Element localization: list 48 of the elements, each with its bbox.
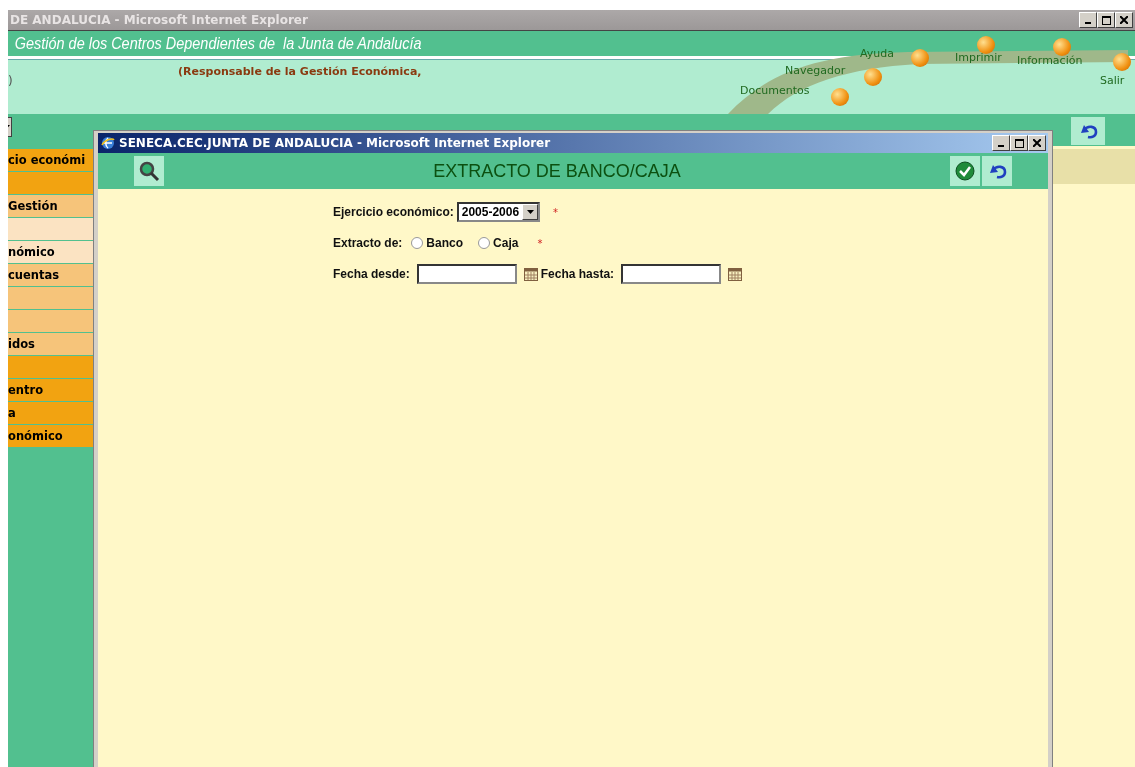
role-text: (Responsable de la Gestión Económica, xyxy=(178,65,422,78)
sidebar-item[interactable]: entro xyxy=(8,379,93,401)
browser-icon xyxy=(101,136,115,150)
form-heading: EXTRACTO DE BANCO/CAJA xyxy=(432,160,682,182)
dropdown-arrow-icon xyxy=(526,210,534,214)
close-button[interactable] xyxy=(1115,12,1133,28)
required-mark: * xyxy=(537,237,543,249)
minimize-button[interactable] xyxy=(1079,12,1097,28)
search-button[interactable] xyxy=(134,156,164,186)
date-field[interactable] xyxy=(416,264,517,284)
field-label: Ejercicio económico: xyxy=(333,205,454,219)
field-label: Fecha hasta: xyxy=(540,267,615,281)
calendar-icon[interactable] xyxy=(728,267,743,281)
window-title: DE ANDALUCIA - Microsoft Internet Explorer xyxy=(9,13,308,27)
check-icon xyxy=(955,161,975,181)
required-mark: * xyxy=(553,206,559,218)
undo-button[interactable] xyxy=(982,156,1012,186)
search-icon xyxy=(138,160,160,182)
radio-label[interactable]: Caja xyxy=(493,236,519,250)
maximize-icon xyxy=(1014,138,1024,148)
sidebar-item[interactable]: cio económi xyxy=(8,149,93,171)
date-field[interactable] xyxy=(621,264,722,284)
radio-label[interactable]: Banco xyxy=(426,236,464,250)
sidebar-item[interactable]: cuentas xyxy=(8,264,93,286)
field-label: Fecha desde: xyxy=(333,267,410,281)
text-fragment: ) xyxy=(8,74,13,88)
close-button[interactable] xyxy=(1028,135,1046,151)
app-title: Gestión de los Centros Dependientes de la Junta de Andalucía xyxy=(13,33,422,54)
sidebar-item[interactable]: onómico xyxy=(8,425,93,447)
sidebar-item[interactable]: Gestión xyxy=(8,195,93,217)
field-label: Extracto de: xyxy=(333,236,403,250)
calendar-icon[interactable] xyxy=(523,267,538,281)
minimize-button[interactable] xyxy=(992,135,1010,151)
maximize-button[interactable] xyxy=(1097,12,1115,28)
accept-button[interactable] xyxy=(950,156,980,186)
window-title: SENECA.CEC.JUNTA DE ANDALUCIA - Microsoft Internet Explorer xyxy=(119,136,552,150)
radio-button[interactable] xyxy=(478,237,491,249)
maximize-icon xyxy=(1101,15,1111,25)
year-select[interactable]: 2005-2006 xyxy=(456,202,541,222)
maximize-button[interactable] xyxy=(1010,135,1028,151)
close-icon xyxy=(1120,16,1128,24)
close-icon xyxy=(1033,139,1041,147)
radio-button[interactable] xyxy=(411,237,424,249)
undo-button[interactable] xyxy=(1071,117,1105,145)
sidebar-item[interactable]: a xyxy=(8,402,93,424)
sidebar-item[interactable]: idos xyxy=(8,333,93,355)
nav-link[interactable]: Salir xyxy=(1100,74,1125,87)
sidebar-item[interactable]: nómico xyxy=(8,241,93,263)
